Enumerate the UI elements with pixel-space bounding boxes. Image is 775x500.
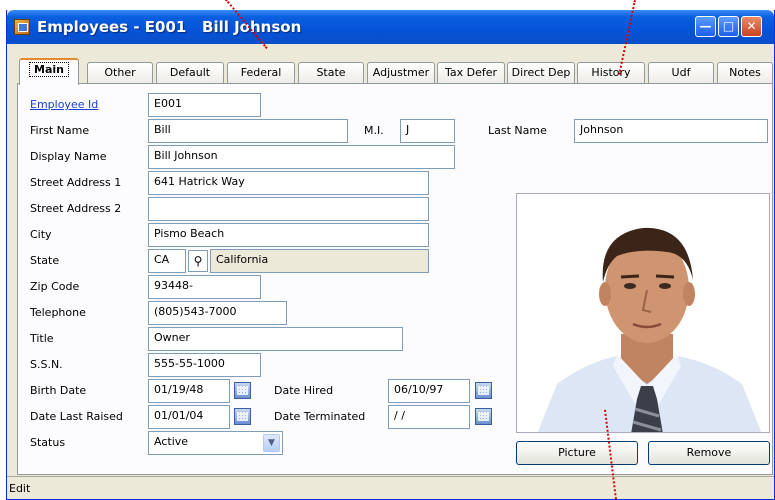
last-name-field[interactable]: Johnson [574,119,768,143]
minimize-icon[interactable]: — [695,16,716,37]
title-bar[interactable]: Employees - E001 Bill Johnson — □ ✕ [7,10,774,44]
city-field[interactable]: Pismo Beach [148,223,429,247]
tab-history[interactable]: History [577,62,645,84]
date-terminated-label: Date Terminated [274,410,366,423]
window-title: Employees - E001 Bill Johnson [37,18,302,36]
tab-udf[interactable]: Udf [648,62,714,84]
date-terminated-field[interactable]: / / [388,405,470,429]
ssn-field[interactable]: 555-55-1000 [148,353,261,377]
remove-button[interactable]: Remove [648,441,770,465]
last-name-label: Last Name [488,124,547,137]
employee-photo-image [517,194,769,432]
street-address-2-field[interactable] [148,197,429,221]
employee-id-field[interactable]: E001 [148,93,261,117]
chevron-down-icon[interactable]: ▼ [263,434,280,452]
tab-federal[interactable]: Federal [227,62,295,84]
calendar-icon[interactable] [234,382,251,399]
zip-code-field[interactable]: 93448- [148,275,261,299]
employee-photo [516,193,770,433]
calendar-icon[interactable] [475,382,492,399]
birth-date-label: Birth Date [30,384,87,397]
street-address-1-field[interactable]: 641 Hatrick Way [148,171,429,195]
city-label: City [30,228,52,241]
tab-state[interactable]: State [298,62,364,84]
date-hired-label: Date Hired [274,384,334,397]
date-last-raised-field[interactable]: 01/01/04 [148,405,230,429]
tab-default[interactable]: Default [156,62,224,84]
first-name-field[interactable]: Bill [148,119,348,143]
calendar-icon[interactable] [234,408,251,425]
close-icon[interactable]: ✕ [741,16,762,37]
ssn-label: S.S.N. [30,358,63,371]
mi-label: M.I. [364,124,384,137]
tab-adjustments[interactable]: Adjustmer [367,62,435,84]
title-field[interactable]: Owner [148,327,403,351]
employee-id-label[interactable]: Employee Id [30,98,98,111]
calendar-icon[interactable] [475,408,492,425]
app-icon[interactable] [14,19,30,35]
display-name-label: Display Name [30,150,107,163]
telephone-field[interactable]: (805)543-7000 [148,301,287,325]
state-label: State [30,254,60,267]
state-name-field: California [210,249,429,273]
telephone-label: Telephone [30,306,86,319]
zip-code-label: Zip Code [30,280,80,293]
title-label: Title [30,332,54,345]
status-text: Edit [9,482,31,495]
tab-tax-deferred[interactable]: Tax Defer [437,62,505,84]
tab-main[interactable]: Main [19,58,79,85]
street-address-2-label: Street Address 2 [30,202,122,215]
employees-window: Employees - E001 Bill Johnson — □ ✕ Main… [6,10,775,500]
tab-other[interactable]: Other [87,62,153,84]
picture-button[interactable]: Picture [516,441,638,465]
tab-notes[interactable]: Notes [717,62,773,84]
tab-direct-deposit[interactable]: Direct Dep [507,62,575,84]
search-icon[interactable]: ⚲ [188,250,208,272]
status-bar: Edit [7,476,774,499]
mi-field[interactable]: J [400,119,455,143]
date-last-raised-label: Date Last Raised [30,410,123,423]
state-field[interactable]: CA [148,249,186,273]
display-name-field[interactable]: Bill Johnson [148,145,455,169]
main-panel: Employee Id E001 First Name Bill M.I. J … [17,83,773,475]
first-name-label: First Name [30,124,90,137]
birth-date-field[interactable]: 01/19/48 [148,379,230,403]
status-label: Status [30,436,66,449]
street-address-1-label: Street Address 1 [30,176,122,189]
maximize-icon[interactable]: □ [718,16,739,37]
date-hired-field[interactable]: 06/10/97 [388,379,470,403]
tab-strip: Main Other Default Federal State Adjustm… [17,58,774,85]
